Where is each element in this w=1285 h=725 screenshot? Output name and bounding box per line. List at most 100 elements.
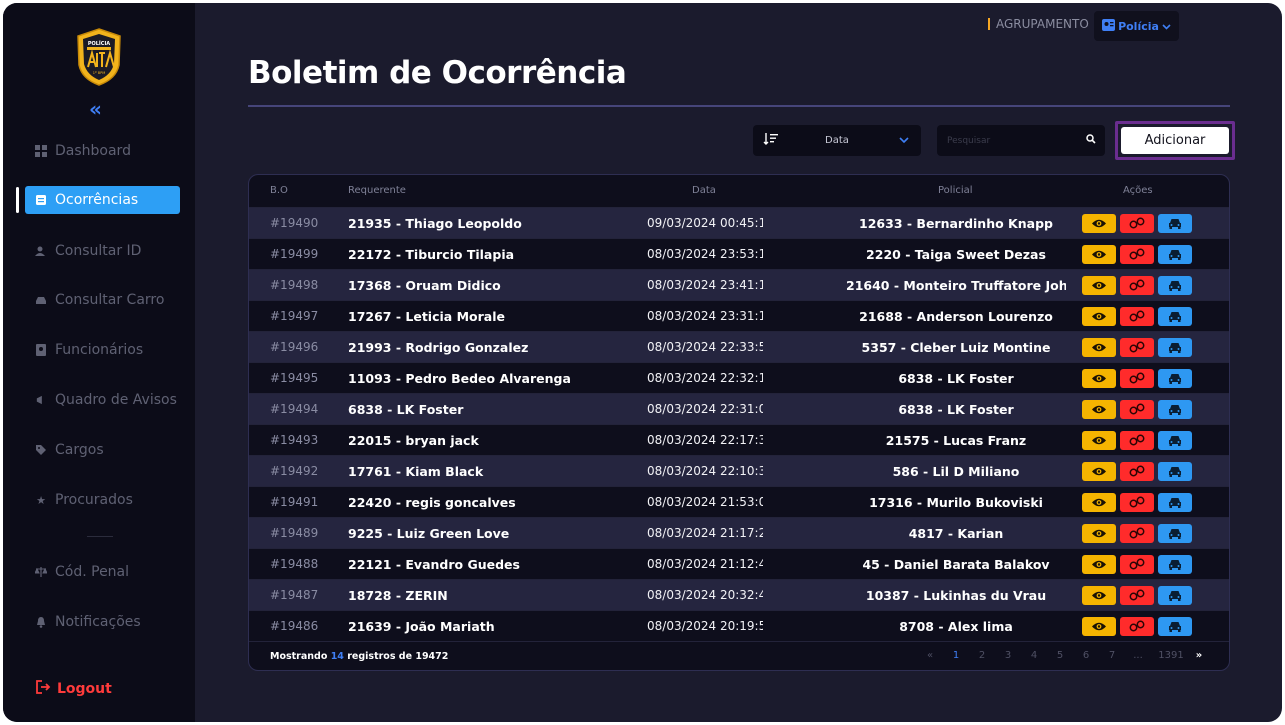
group-select[interactable]: Polícia xyxy=(1094,11,1179,41)
arrest-button[interactable] xyxy=(1120,555,1154,574)
search-input[interactable] xyxy=(937,125,1077,156)
sidebar-item-consultar-id[interactable]: Consultar ID xyxy=(25,237,180,265)
view-button[interactable] xyxy=(1082,462,1116,481)
cell-policial: 12633 - Bernardinho Knapp xyxy=(859,216,1053,231)
view-button[interactable] xyxy=(1082,369,1116,388)
row-actions xyxy=(1082,431,1192,450)
view-button[interactable] xyxy=(1082,617,1116,636)
sidebar-item-notificacoes[interactable]: Notificações xyxy=(25,608,180,636)
vehicle-button[interactable] xyxy=(1158,245,1192,264)
arrest-button[interactable] xyxy=(1120,214,1154,233)
table-row[interactable]: #19492 17761 - Kiam Black 08/03/2024 22:10… xyxy=(249,455,1229,486)
arrest-button[interactable] xyxy=(1120,369,1154,388)
pagination-page[interactable]: 4 xyxy=(1021,650,1047,661)
view-button[interactable] xyxy=(1082,400,1116,419)
record-count-prefix: Mostrando xyxy=(270,651,328,662)
view-button[interactable] xyxy=(1082,245,1116,264)
sidebar-item-procurados[interactable]: ★ Procurados xyxy=(25,486,180,514)
vehicle-button[interactable] xyxy=(1158,524,1192,543)
arrest-button[interactable] xyxy=(1120,617,1154,636)
vehicle-button[interactable] xyxy=(1158,493,1192,512)
table-row[interactable]: #19491 22420 - regis goncalves 08/03/2024 … xyxy=(249,486,1229,517)
sidebar-item-dashboard[interactable]: Dashboard xyxy=(25,137,180,165)
pagination-page[interactable]: 1391 xyxy=(1151,650,1191,661)
pagination-page[interactable]: 5 xyxy=(1047,650,1073,661)
pagination-first[interactable]: « xyxy=(917,650,943,661)
vehicle-button[interactable] xyxy=(1158,462,1192,481)
pagination-page[interactable]: 7 xyxy=(1099,650,1125,661)
vehicle-button[interactable] xyxy=(1158,586,1192,605)
scale-icon xyxy=(34,565,48,579)
logout-label: Logout xyxy=(57,681,112,697)
view-button[interactable] xyxy=(1082,276,1116,295)
vehicle-button[interactable] xyxy=(1158,214,1192,233)
table-row[interactable]: #19493 22015 - bryan jack 08/03/2024 22:17… xyxy=(249,424,1229,455)
pagination-page[interactable]: 2 xyxy=(969,650,995,661)
table-row[interactable]: #19495 11093 - Pedro Bedeo Alvarenga 08/03… xyxy=(249,362,1229,393)
arrest-button[interactable] xyxy=(1120,245,1154,264)
table-row[interactable]: #19490 21935 - Thiago Leopoldo 09/03/2024 … xyxy=(249,207,1229,238)
pagination-page[interactable]: 1 xyxy=(943,650,969,661)
table-row[interactable]: #19494 6838 - LK Foster 08/03/2024 22:31:0… xyxy=(249,393,1229,424)
sidebar-item-label: Dashboard xyxy=(55,143,131,159)
column-header-policial: Policial xyxy=(938,185,973,196)
view-button[interactable] xyxy=(1082,524,1116,543)
title-divider xyxy=(248,105,1230,107)
sort-select[interactable]: Data xyxy=(753,125,921,156)
view-button[interactable] xyxy=(1082,586,1116,605)
arrest-button[interactable] xyxy=(1120,276,1154,295)
handcuffs-icon xyxy=(1129,214,1145,233)
pagination-last[interactable]: » xyxy=(1191,650,1207,661)
pagination-page[interactable]: 3 xyxy=(995,650,1021,661)
arrest-button[interactable] xyxy=(1120,586,1154,605)
sidebar-item-cod-penal[interactable]: Cód. Penal xyxy=(25,558,180,586)
sidebar-item-funcionarios[interactable]: Funcionários xyxy=(25,336,180,364)
vehicle-button[interactable] xyxy=(1158,431,1192,450)
arrest-button[interactable] xyxy=(1120,400,1154,419)
vehicle-button[interactable] xyxy=(1158,400,1192,419)
collapse-sidebar-icon[interactable]: « xyxy=(89,97,102,121)
view-button[interactable] xyxy=(1082,214,1116,233)
cell-requerente: 22015 - bryan jack xyxy=(348,433,479,448)
table-row[interactable]: #19497 17267 - Leticia Morale 08/03/2024 2… xyxy=(249,300,1229,331)
arrest-button[interactable] xyxy=(1120,338,1154,357)
table-row[interactable]: #19486 21639 - João Mariath 08/03/2024 20:… xyxy=(249,610,1229,641)
arrest-button[interactable] xyxy=(1120,524,1154,543)
sidebar-item-consultar-carro[interactable]: Consultar Carro xyxy=(25,286,180,314)
table-row[interactable]: #19499 22172 - Tiburcio Tilapia 08/03/2024… xyxy=(249,238,1229,269)
document-icon xyxy=(34,193,48,207)
search-box xyxy=(937,125,1105,156)
chevron-down-icon xyxy=(1162,20,1171,33)
view-button[interactable] xyxy=(1082,431,1116,450)
arrest-button[interactable] xyxy=(1120,493,1154,512)
logout-button[interactable]: Logout xyxy=(36,680,112,698)
table-row[interactable]: #19488 22121 - Evandro Guedes 08/03/2024 2… xyxy=(249,548,1229,579)
vehicle-button[interactable] xyxy=(1158,276,1192,295)
search-icon[interactable] xyxy=(1086,134,1096,147)
vehicle-button[interactable] xyxy=(1158,369,1192,388)
arrest-button[interactable] xyxy=(1120,462,1154,481)
arrest-button[interactable] xyxy=(1120,307,1154,326)
app-window: POLÍCIA 1º BPM « Dashboard Ocorrências C… xyxy=(3,3,1282,722)
view-button[interactable] xyxy=(1082,338,1116,357)
view-button[interactable] xyxy=(1082,307,1116,326)
sidebar-item-quadro-de-avisos[interactable]: Quadro de Avisos xyxy=(25,386,180,414)
arrest-button[interactable] xyxy=(1120,431,1154,450)
pagination-page[interactable]: 6 xyxy=(1073,650,1099,661)
car-icon xyxy=(1168,524,1182,543)
add-button[interactable]: Adicionar xyxy=(1121,127,1229,154)
vehicle-button[interactable] xyxy=(1158,555,1192,574)
eye-icon xyxy=(1091,214,1107,233)
vehicle-button[interactable] xyxy=(1158,617,1192,636)
vehicle-button[interactable] xyxy=(1158,307,1192,326)
table-row[interactable]: #19496 21993 - Rodrigo Gonzalez 08/03/2024… xyxy=(249,331,1229,362)
sidebar-item-ocorrencias[interactable]: Ocorrências xyxy=(25,186,180,214)
sidebar-item-cargos[interactable]: Cargos xyxy=(25,436,180,464)
table-row[interactable]: #19498 17368 - Oruam Didico 08/03/2024 23:… xyxy=(249,269,1229,300)
view-button[interactable] xyxy=(1082,555,1116,574)
view-button[interactable] xyxy=(1082,493,1116,512)
table-row[interactable]: #19489 9225 - Luiz Green Love 08/03/2024 2… xyxy=(249,517,1229,548)
table-row[interactable]: #19487 18728 - ZERIN 08/03/2024 20:32:40 10… xyxy=(249,579,1229,610)
row-actions xyxy=(1082,245,1192,264)
vehicle-button[interactable] xyxy=(1158,338,1192,357)
